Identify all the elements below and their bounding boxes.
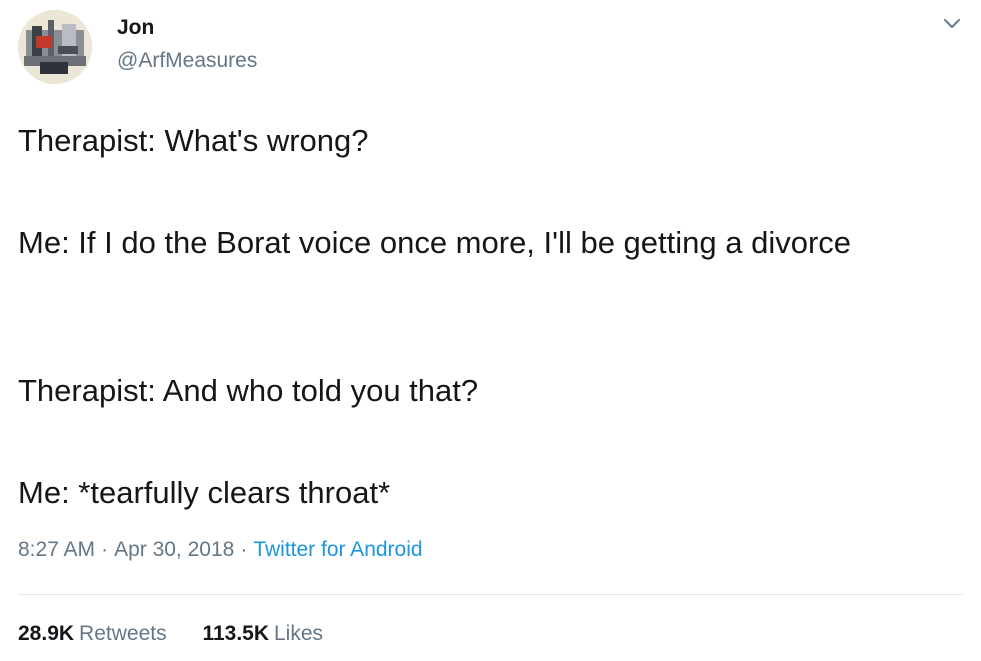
tweet-stats: 28.9K Retweets 113.5K Likes [18, 622, 353, 646]
tweet-source-link[interactable]: Twitter for Android [253, 538, 422, 561]
tweet-paragraph: Me: *tearfully clears throat* [18, 475, 391, 510]
tweet-metadata: 8:27 AM · Apr 30, 2018 · Twitter for Android [18, 538, 423, 562]
likes-label: Likes [274, 622, 324, 645]
tweet-paragraph: Therapist: What's wrong? [18, 123, 369, 158]
tweet-card: Jon @ArfMeasures Therapist: What's wrong… [0, 0, 981, 661]
meta-separator: · [240, 538, 248, 561]
tweet-date[interactable]: Apr 30, 2018 [114, 538, 234, 561]
tweet-paragraph: Therapist: And who told you that? [18, 373, 479, 408]
retweets-label: Retweets [79, 622, 167, 645]
avatar-image [18, 10, 92, 84]
author-name[interactable]: Jon [117, 16, 154, 40]
retweets-stat[interactable]: 28.9K Retweets [18, 622, 167, 646]
likes-count: 113.5K [202, 622, 269, 645]
tweet-time[interactable]: 8:27 AM [18, 538, 95, 561]
author-handle[interactable]: @ArfMeasures [117, 49, 257, 73]
meta-separator: · [101, 538, 109, 561]
retweets-count: 28.9K [18, 622, 75, 645]
tweet-paragraph: Me: If I do the Borat voice once more, I… [18, 225, 852, 260]
divider [18, 594, 963, 595]
chevron-down-icon[interactable] [940, 14, 964, 34]
likes-stat[interactable]: 113.5K Likes [202, 622, 323, 646]
avatar[interactable] [18, 10, 92, 84]
